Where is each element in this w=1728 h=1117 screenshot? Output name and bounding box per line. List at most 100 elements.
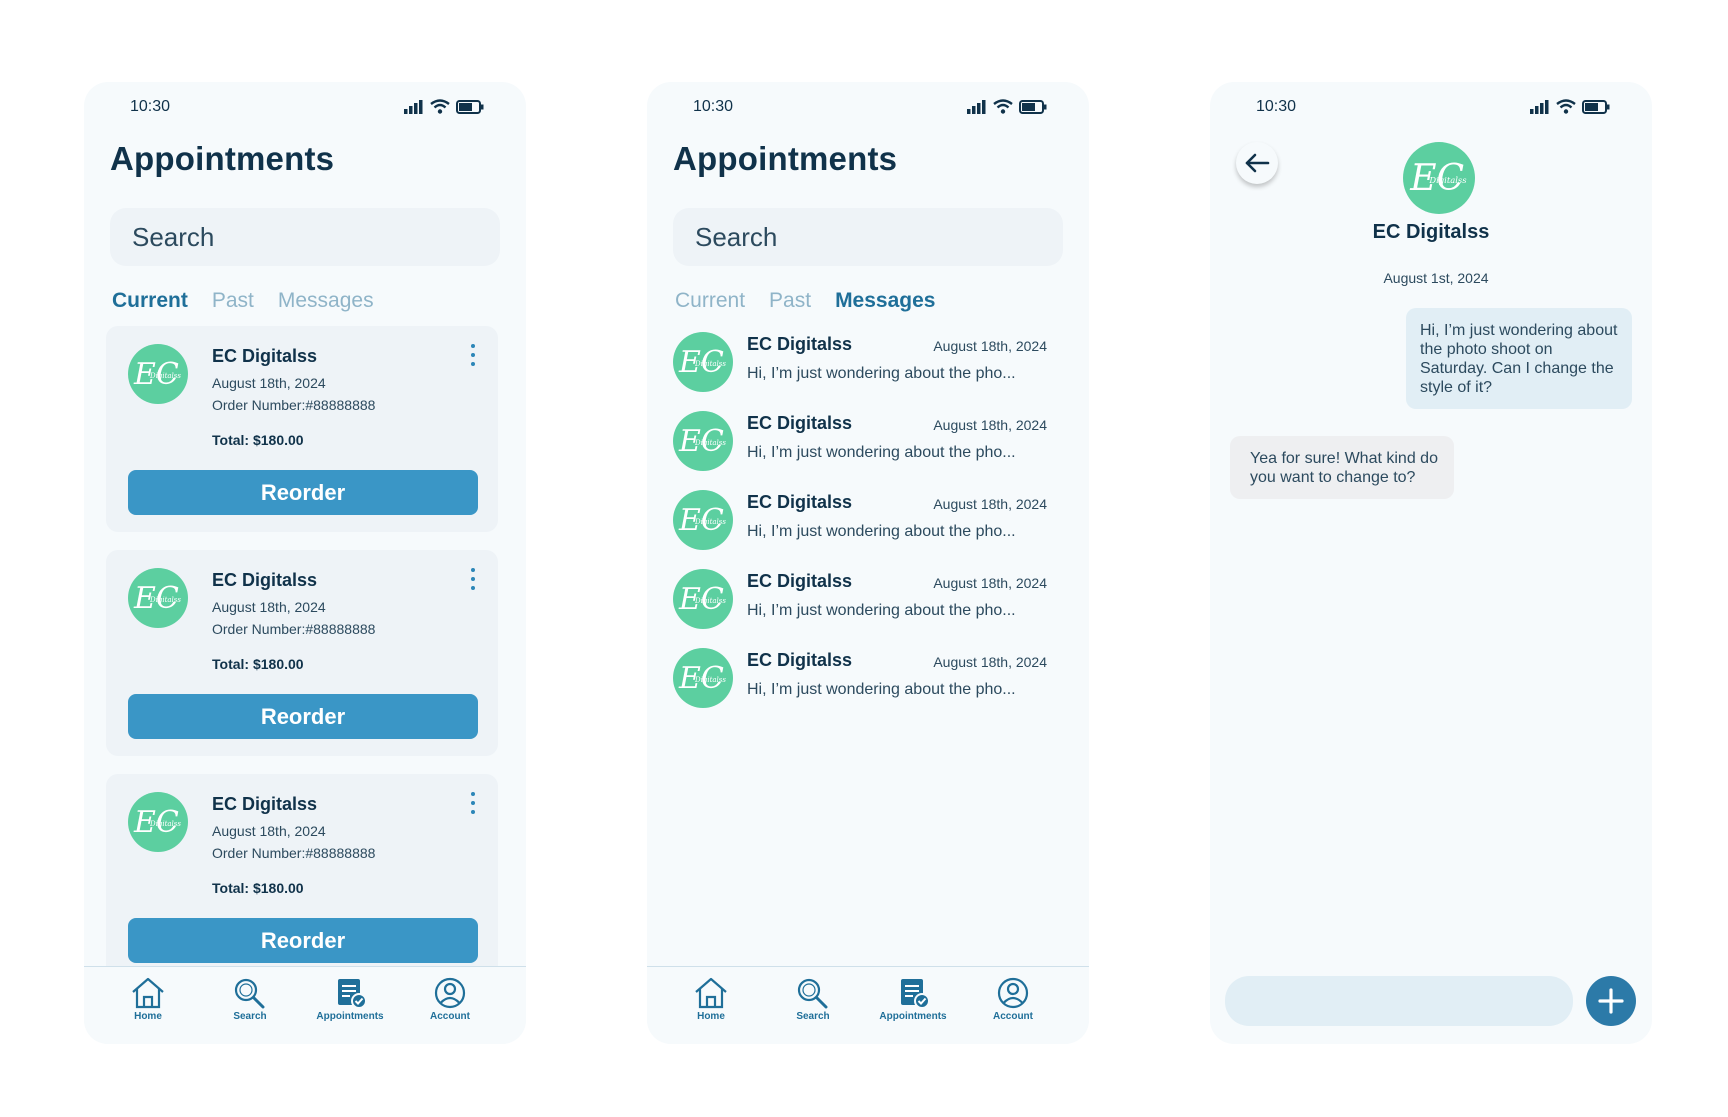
nav-account[interactable]: Account <box>963 977 1063 1022</box>
signal-icon <box>967 99 986 114</box>
search-input[interactable] <box>695 221 1063 253</box>
message-input[interactable] <box>1225 976 1573 1026</box>
appointment-date: August 18th, 2024 <box>212 375 326 391</box>
nav-search-label: Search <box>796 1011 830 1022</box>
reorder-button[interactable]: Reorder <box>128 918 478 963</box>
thread-preview: Hi, I’m just wondering about the pho... <box>747 365 1016 382</box>
message-thread[interactable]: EC Digitalss EC Digitalss August 18th, 20… <box>673 567 1059 631</box>
thread-date: August 18th, 2024 <box>933 654 1047 670</box>
bottom-nav: Home Search Appointments Account <box>647 966 1089 1044</box>
outgoing-message: Hi, I’m just wondering about the photo s… <box>1406 308 1632 409</box>
wifi-icon <box>1556 99 1576 114</box>
nav-appointments-label: Appointments <box>879 1011 947 1022</box>
message-thread[interactable]: EC Digitalss EC Digitalss August 18th, 20… <box>673 330 1059 394</box>
thread-preview: Hi, I’m just wondering about the pho... <box>747 681 1016 698</box>
nav-search-label: Search <box>233 1011 267 1022</box>
thread-preview: Hi, I’m just wondering about the pho... <box>747 444 1016 461</box>
business-logo: EC Digitalss <box>128 344 188 404</box>
order-total: Total: $180.00 <box>212 432 304 448</box>
tab-messages[interactable]: Messages <box>278 289 374 313</box>
appointment-date: August 18th, 2024 <box>212 599 326 615</box>
business-name: EC Digitalss <box>212 794 318 814</box>
appointment-date: August 18th, 2024 <box>212 823 326 839</box>
thread-name: EC Digitalss <box>747 413 853 433</box>
account-icon <box>434 977 466 1009</box>
thread-date: August 18th, 2024 <box>933 338 1047 354</box>
nav-account[interactable]: Account <box>400 977 500 1022</box>
order-total: Total: $180.00 <box>212 656 304 672</box>
svg-text:Digitalss: Digitalss <box>149 596 181 604</box>
arrow-left-icon <box>1245 153 1270 173</box>
thread-date: August 18th, 2024 <box>933 417 1047 433</box>
tab-past[interactable]: Past <box>769 289 811 313</box>
search-box[interactable] <box>673 208 1063 266</box>
svg-text:Digitalss: Digitalss <box>694 360 726 368</box>
home-icon <box>695 977 727 1009</box>
tab-past[interactable]: Past <box>212 289 254 313</box>
wifi-icon <box>993 99 1013 114</box>
status-icons <box>404 99 484 114</box>
more-vertical-icon[interactable] <box>468 568 478 590</box>
message-thread[interactable]: EC Digitalss EC Digitalss August 18th, 20… <box>673 646 1059 710</box>
back-button[interactable] <box>1236 142 1278 184</box>
svg-text:Digitalss: Digitalss <box>694 518 726 526</box>
tab-current[interactable]: Current <box>112 289 188 313</box>
order-number: Order Number:#88888888 <box>212 845 376 861</box>
thread-name: EC Digitalss <box>747 334 853 354</box>
thread-preview: Hi, I’m just wondering about the pho... <box>747 523 1016 540</box>
nav-home[interactable]: Home <box>661 977 761 1022</box>
nav-home-label: Home <box>134 1011 162 1022</box>
tab-bar: Current Past Messages <box>112 289 374 313</box>
business-name: EC Digitalss <box>212 570 318 590</box>
appointment-card[interactable]: EC Digitalss EC Digitalss August 18th, 20… <box>106 774 498 980</box>
tab-current[interactable]: Current <box>675 289 745 313</box>
search-input[interactable] <box>132 221 500 253</box>
page-title: Appointments <box>110 140 335 177</box>
thread-name: EC Digitalss <box>747 650 853 670</box>
battery-icon <box>456 99 484 114</box>
appointment-card[interactable]: EC Digitalss EC Digitalss August 18th, 20… <box>106 326 498 532</box>
nav-account-label: Account <box>430 1011 470 1022</box>
chat-screen: 10:30 EC Digitalss EC Digitalss August 1s… <box>1210 82 1652 1044</box>
nav-home[interactable]: Home <box>98 977 198 1022</box>
business-logo: EC Digitalss <box>128 568 188 628</box>
more-vertical-icon[interactable] <box>468 344 478 366</box>
reorder-button[interactable]: Reorder <box>128 470 478 515</box>
nav-search[interactable]: Search <box>763 977 863 1022</box>
search-box[interactable] <box>110 208 500 266</box>
status-icons <box>1530 99 1610 114</box>
nav-account-label: Account <box>993 1011 1033 1022</box>
tab-messages[interactable]: Messages <box>835 289 935 313</box>
thread-date: August 18th, 2024 <box>933 575 1047 591</box>
status-icons <box>967 99 1047 114</box>
appointment-card[interactable]: EC Digitalss EC Digitalss August 18th, 20… <box>106 550 498 756</box>
status-time: 10:30 <box>693 98 734 115</box>
nav-appointments[interactable]: Appointments <box>863 977 963 1022</box>
appointments-icon <box>901 979 930 1009</box>
incoming-message: Yea for sure! What kind do you want to c… <box>1230 436 1454 499</box>
nav-home-label: Home <box>697 1011 725 1022</box>
page-title: Appointments <box>673 140 898 177</box>
reorder-button[interactable]: Reorder <box>128 694 478 739</box>
thread-name: EC Digitalss <box>747 492 853 512</box>
signal-icon <box>1530 99 1549 114</box>
business-logo: EC Digitalss <box>673 569 733 629</box>
message-thread[interactable]: EC Digitalss EC Digitalss August 18th, 20… <box>673 488 1059 552</box>
conversation-date: August 1st, 2024 <box>1383 270 1489 286</box>
message-thread[interactable]: EC Digitalss EC Digitalss August 18th, 20… <box>673 409 1059 473</box>
nav-appointments[interactable]: Appointments <box>300 977 400 1022</box>
svg-text:Digitalss: Digitalss <box>149 820 181 828</box>
business-logo: EC Digitalss <box>673 490 733 550</box>
status-bar: 10:30 <box>84 96 526 120</box>
nav-search[interactable]: Search <box>200 977 300 1022</box>
status-time: 10:30 <box>1256 98 1297 115</box>
status-time: 10:30 <box>130 98 171 115</box>
account-icon <box>997 977 1029 1009</box>
business-logo: EC Digitalss <box>673 648 733 708</box>
thread-date: August 18th, 2024 <box>933 496 1047 512</box>
order-total: Total: $180.00 <box>212 880 304 896</box>
add-button[interactable] <box>1586 976 1636 1026</box>
home-icon <box>132 977 164 1009</box>
battery-icon <box>1019 99 1047 114</box>
more-vertical-icon[interactable] <box>468 792 478 814</box>
